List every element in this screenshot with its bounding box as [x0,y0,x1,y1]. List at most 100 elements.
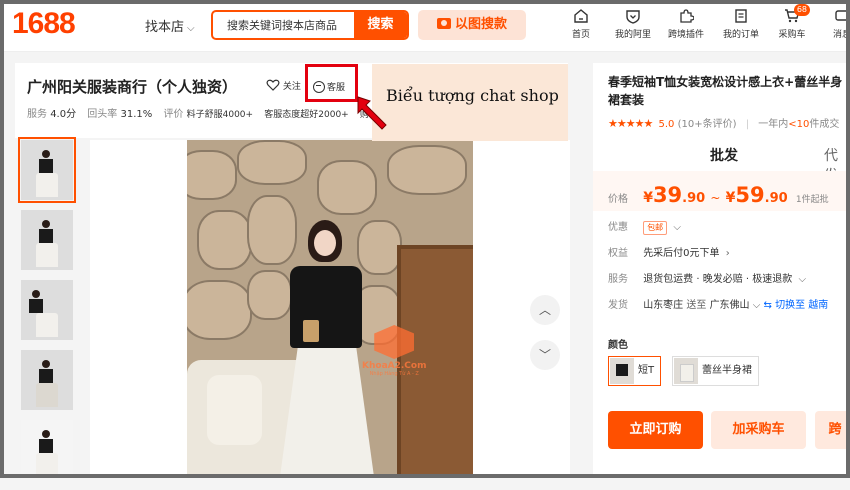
chevron-down-icon: ⌵ [187,23,195,34]
nav-label: 首页 [571,30,590,40]
rights-value: 先采后付0元下单 [643,248,720,259]
image-down-button[interactable]: ﹀ [530,340,560,370]
price-section: 价格 ¥39.90 ~ ¥59.90 1件起批 [593,171,850,211]
discount-row[interactable]: 优惠 包邮 ⌵ [608,218,681,235]
site-logo[interactable]: 1688 [12,7,76,41]
sales-value: <10 [788,119,810,130]
chevron-down-icon: ⌵ [752,300,761,311]
find-shop-dropdown[interactable]: 找本店 ⌵ [145,16,195,35]
rights-row[interactable]: 权益 先采后付0元下单 › [608,244,730,259]
service-score-value: 4.0分 [50,109,77,120]
image-search-label: 以图搜款 [454,17,507,32]
tab-wholesale[interactable]: 批发 [710,145,738,165]
color-option[interactable]: 短T [608,356,662,386]
message-icon [835,10,849,21]
service-label: 服务 [608,274,628,285]
shop-name[interactable]: 广州阳关服装商行（个人独资） [27,76,237,97]
puzzle-icon [680,9,694,23]
more-action-button[interactable]: 跨 [815,411,850,449]
buy-now-button[interactable]: 立即订购 [608,411,703,449]
review-tag: 料子舒服4000+ [186,110,254,120]
product-detail-panel: 春季短袖T恤女装宽松设计感上衣+蕾丝半身裙套装 ★★★★★ 5.0 (10+条评… [593,63,850,478]
annotation-arrow-icon [357,96,387,130]
service-score-label: 服务 [27,109,47,120]
price-range-separator: ~ [710,191,721,205]
nav-my-orders[interactable]: 我的订单 [719,8,763,44]
minimum-order: 1件起批 [795,195,829,205]
ship-to-word: 送至 [686,300,707,311]
follow-button[interactable]: 关注 [266,79,301,92]
watermark-subtext: Nhập Hàng Từ A - Z [369,371,419,377]
repeat-rate-value: 31.1% [120,109,153,120]
watermark-text: KhoaA2.Com [362,361,427,371]
nav-my-ali[interactable]: 我的阿里 [610,8,656,44]
chevron-up-icon: ︿ [538,303,551,317]
sales-prefix: 一年内 [758,119,789,130]
shop-stats: 服务 4.0分 回头率 31.1% 评价 料子舒服4000+ 客服态度超好200… [27,105,377,120]
color-label: 颜色 [608,340,628,351]
ship-from: 山东枣庄 [643,300,684,311]
product-rating: ★★★★★ 5.0 (10+条评价) | 一年内<10件成交 [608,117,840,130]
rating-value: 5.0 [658,119,675,130]
chevron-down-icon: ⌵ [673,222,681,233]
cart-count-badge: 68 [793,4,810,16]
watermark-logo: KhoaA2.Com Nhập Hàng Từ A - Z [362,325,426,377]
free-shipping-tag: 包邮 [643,221,668,235]
chat-icon-highlight-box [305,64,358,102]
review-count[interactable]: (10+条评价) [678,119,737,130]
discount-label: 优惠 [608,222,628,233]
nav-home[interactable]: 首页 [566,8,596,44]
switch-destination-link[interactable]: ⇆ 切换至 越南 [764,300,829,311]
thumbnail[interactable] [21,280,73,340]
annotation-text: Biểu tượng chat shop [386,86,559,105]
shop-search-box: 搜索 [211,10,409,40]
main-product-image[interactable]: KhoaA2.Com Nhập Hàng Từ A - Z [187,140,473,478]
search-button[interactable]: 搜索 [354,12,407,38]
price-low: ¥39.90 [643,183,706,207]
purchase-mode-tabs: 批发 代发 [608,145,850,184]
rights-label: 权益 [608,248,628,259]
ship-to-location[interactable]: 广东佛山 [710,300,750,311]
add-to-cart-button[interactable]: 加采购车 [711,411,806,449]
repeat-rate-label: 回头率 [87,109,118,120]
thumbnail-strip [15,137,77,490]
main-image-area: KhoaA2.Com Nhập Hàng Từ A - Z ︿ ﹀ [90,140,570,478]
annotation-callout: Biểu tượng chat shop [372,64,568,141]
heart-plus-icon [266,79,280,91]
thumbnail[interactable] [18,137,76,203]
nav-messages[interactable]: 消息 [830,8,850,44]
follow-label: 关注 [282,82,301,92]
image-up-button[interactable]: ︿ [530,295,560,325]
nav-label: 消息 [832,30,850,40]
product-title: 春季短袖T恤女装宽松设计感上衣+蕾丝半身裙套装 [608,75,843,107]
order-icon [735,9,747,23]
review-tag: 客服态度超好2000+ [264,110,349,120]
thumbnail[interactable] [21,420,73,480]
service-value: 退货包运费 · 晚发必赔 · 极速退款 [643,274,793,285]
price-row: 价格 ¥39.90 ~ ¥59.90 1件起批 [608,183,829,207]
review-label: 评价 [163,109,184,120]
variant-thumbnail [610,358,634,384]
search-input[interactable] [213,12,356,38]
sales-suffix: 件成交 [809,119,840,130]
chevron-right-icon: › [725,248,730,259]
nav-label: 跨境插件 [667,30,704,40]
nav-label: 我的订单 [722,30,759,40]
heart-shield-icon [626,10,640,24]
image-search-button[interactable]: 以图搜款 [418,10,526,40]
variant-thumbnail [674,358,698,384]
service-row[interactable]: 服务 退货包运费 · 晚发必赔 · 极速退款 ⌵ [608,270,806,285]
thumbnail[interactable] [21,210,73,270]
color-option[interactable]: 蕾丝半身裙 [672,356,759,386]
chevron-down-icon: ⌵ [798,274,807,285]
thumbnail[interactable] [21,350,73,410]
nav-label: 采购车 [778,30,806,40]
nav-cross-border-plugin[interactable]: 跨境插件 [664,8,708,44]
price-high: ¥59.90 [725,183,788,207]
nav-label: 我的阿里 [614,30,651,40]
home-icon [574,9,588,23]
shipping-label: 发货 [608,300,628,311]
nav-purchase-cart[interactable]: 采购车 68 [774,4,810,44]
chevron-down-icon: ﹀ [538,348,551,362]
variant-label: 短T [638,365,655,376]
